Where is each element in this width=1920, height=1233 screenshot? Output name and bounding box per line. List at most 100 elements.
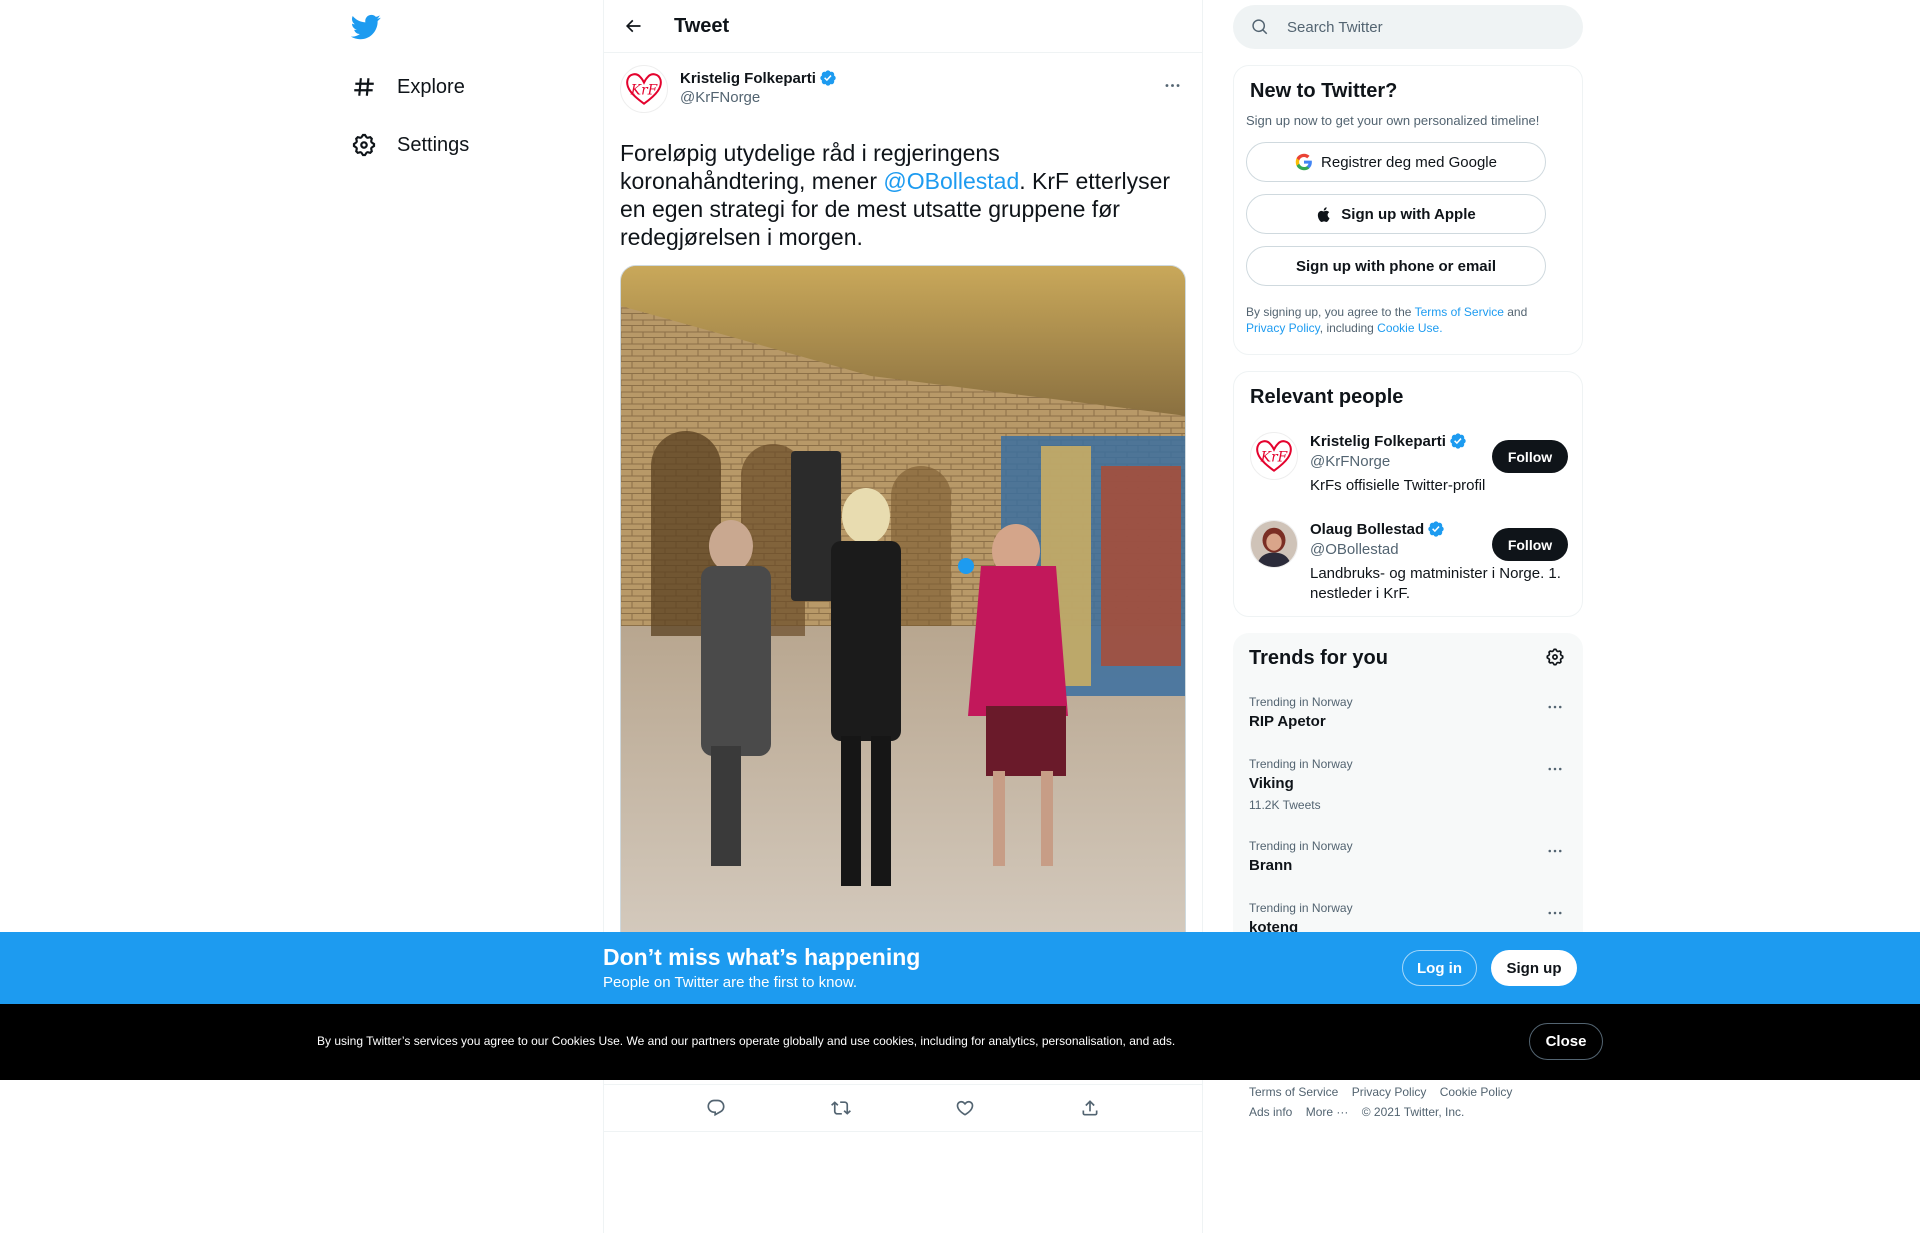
share-button[interactable]	[1073, 1091, 1107, 1125]
login-button[interactable]: Log in	[1402, 950, 1477, 986]
back-button[interactable]	[616, 9, 650, 43]
terms-text: , including	[1319, 321, 1378, 335]
trend-item[interactable]: Trending in Norway koteng	[1249, 901, 1567, 936]
privacy-policy-link[interactable]: Privacy Policy	[1246, 321, 1320, 335]
trend-item[interactable]: Trending in Norway RIP Apetor	[1249, 695, 1567, 730]
author-meta: Kristelig Folkeparti @KrFNorge	[680, 65, 837, 106]
svg-text:KrF: KrF	[1260, 450, 1288, 466]
signup-card-subtitle: Sign up now to get your own personalized…	[1246, 113, 1540, 128]
trend-name: RIP Apetor	[1249, 713, 1326, 730]
google-icon	[1295, 153, 1312, 171]
person-name[interactable]: Kristelig Folkeparti	[1310, 432, 1490, 450]
nav-explore[interactable]: Explore	[351, 62, 465, 112]
footer-privacy-link[interactable]: Privacy Policy	[1352, 1085, 1427, 1099]
reply-button[interactable]	[699, 1091, 733, 1125]
more-dots-icon	[1548, 767, 1562, 771]
terms-of-service-link[interactable]: Terms of Service	[1415, 305, 1504, 319]
nav-settings[interactable]: Settings	[351, 120, 469, 170]
svg-text:KrF: KrF	[630, 83, 658, 99]
more-dots-icon	[1548, 849, 1562, 853]
like-button[interactable]	[948, 1091, 982, 1125]
footer-copyright: © 2021 Twitter, Inc.	[1361, 1105, 1465, 1119]
back-arrow-icon	[625, 19, 641, 33]
verified-badge-icon	[820, 70, 836, 86]
footer-links: Terms of Service Privacy Policy Cookie P…	[1249, 1082, 1579, 1122]
heart-icon	[956, 1100, 974, 1116]
gear-icon	[352, 133, 376, 157]
krf-logo-icon: KrF	[1256, 440, 1292, 472]
photo-image	[621, 266, 1185, 984]
phone-email-signup-button[interactable]: Sign up with phone or email	[1246, 246, 1546, 286]
person-name-text: Olaug Bollestad	[1310, 520, 1425, 538]
trend-name: Viking	[1249, 775, 1294, 792]
more-dots-icon	[1165, 83, 1179, 87]
google-signup-button[interactable]: Registrer deg med Google	[1246, 142, 1546, 182]
apple-signup-button[interactable]: Sign up with Apple	[1246, 194, 1546, 234]
mention-link[interactable]: @OBollestad	[883, 168, 1019, 194]
author-name[interactable]: Kristelig Folkeparti	[680, 69, 837, 87]
signup-terms: By signing up, you agree to the Terms of…	[1246, 304, 1570, 336]
gear-icon	[1546, 648, 1564, 666]
trend-more-button[interactable]	[1543, 695, 1567, 719]
twitter-logo-icon[interactable]	[350, 12, 381, 42]
page-title: Tweet	[674, 14, 730, 37]
author-handle[interactable]: @KrFNorge	[680, 89, 837, 106]
more-dots-icon	[1548, 911, 1562, 915]
phone-email-signup-label: Sign up with phone or email	[1295, 257, 1496, 275]
google-signup-label: Registrer deg med Google	[1321, 153, 1497, 171]
footer-more-link[interactable]: More ···	[1306, 1105, 1349, 1119]
trend-context: Trending in Norway	[1249, 757, 1353, 771]
terms-text: and	[1503, 305, 1528, 319]
signup-button[interactable]: Sign up	[1491, 950, 1577, 986]
cookie-close-button[interactable]: Close	[1529, 1023, 1603, 1060]
person-handle[interactable]: @OBollestad	[1310, 541, 1490, 558]
person-bio: Landbruks- og matminister i Norge. 1. ne…	[1310, 565, 1561, 602]
signup-card-title: New to Twitter?	[1250, 80, 1398, 102]
verified-badge-icon	[1428, 521, 1444, 537]
signup-promo-bar: Don’t miss what’s happening People on Tw…	[0, 932, 1920, 1004]
author-name-text: Kristelig Folkeparti	[680, 69, 816, 87]
krf-logo-icon: KrF	[626, 73, 662, 105]
tweet-author-row: KrF Kristelig Folkeparti @KrFNorge	[620, 65, 1186, 121]
trend-context: Trending in Norway	[1249, 839, 1353, 853]
cookie-banner-text: By using Twitter’s services you agree to…	[317, 1034, 1176, 1048]
hashtag-icon	[354, 78, 374, 96]
trend-more-button[interactable]	[1543, 901, 1567, 925]
footer-cookie-link[interactable]: Cookie Policy	[1440, 1085, 1513, 1099]
apple-signup-label: Sign up with Apple	[1341, 205, 1476, 223]
trend-item[interactable]: Trending in Norway Viking 11.2K Tweets	[1249, 757, 1567, 812]
avatar[interactable]: KrF	[1250, 432, 1298, 480]
footer-ads-link[interactable]: Ads info	[1249, 1105, 1292, 1119]
signup-card: New to Twitter? Sign up now to get your …	[1233, 65, 1583, 355]
trends-title: Trends for you	[1249, 647, 1388, 669]
follow-button[interactable]: Follow	[1492, 528, 1568, 561]
trend-more-button[interactable]	[1543, 839, 1567, 863]
tweet-text: Foreløpig utydelige råd i regjeringens k…	[620, 139, 1186, 251]
person-name[interactable]: Olaug Bollestad	[1310, 520, 1490, 538]
nav-settings-label: Settings	[397, 133, 470, 156]
trend-more-button[interactable]	[1543, 757, 1567, 781]
search-icon	[1252, 19, 1268, 35]
verified-badge-icon	[1450, 433, 1466, 449]
tweet-photo[interactable]	[620, 265, 1186, 985]
main-header: Tweet	[604, 0, 1202, 53]
retweet-button[interactable]	[824, 1091, 858, 1125]
trend-context: Trending in Norway	[1249, 901, 1353, 915]
avatar[interactable]: KrF	[620, 65, 668, 113]
nav-explore-label: Explore	[397, 75, 465, 98]
person-handle[interactable]: @KrFNorge	[1310, 453, 1490, 470]
follow-button[interactable]: Follow	[1492, 440, 1568, 473]
terms-text: By signing up, you agree to the	[1246, 305, 1415, 319]
promo-title: Don’t miss what’s happening	[603, 944, 921, 970]
tweet-more-button[interactable]	[1160, 73, 1184, 97]
search-bar[interactable]	[1233, 5, 1583, 49]
search-input[interactable]	[1287, 18, 1547, 36]
trends-settings-button[interactable]	[1545, 647, 1567, 669]
avatar[interactable]	[1250, 520, 1298, 568]
trend-item[interactable]: Trending in Norway Brann	[1249, 839, 1567, 874]
footer-terms-link[interactable]: Terms of Service	[1249, 1085, 1338, 1099]
relevant-people-card: Relevant people KrF Kristelig Folkeparti…	[1233, 371, 1583, 617]
cookie-use-link[interactable]: Cookie Use.	[1377, 321, 1442, 335]
person-bio: KrFs offisielle Twitter-profil	[1310, 477, 1486, 494]
trend-context: Trending in Norway	[1249, 695, 1353, 709]
